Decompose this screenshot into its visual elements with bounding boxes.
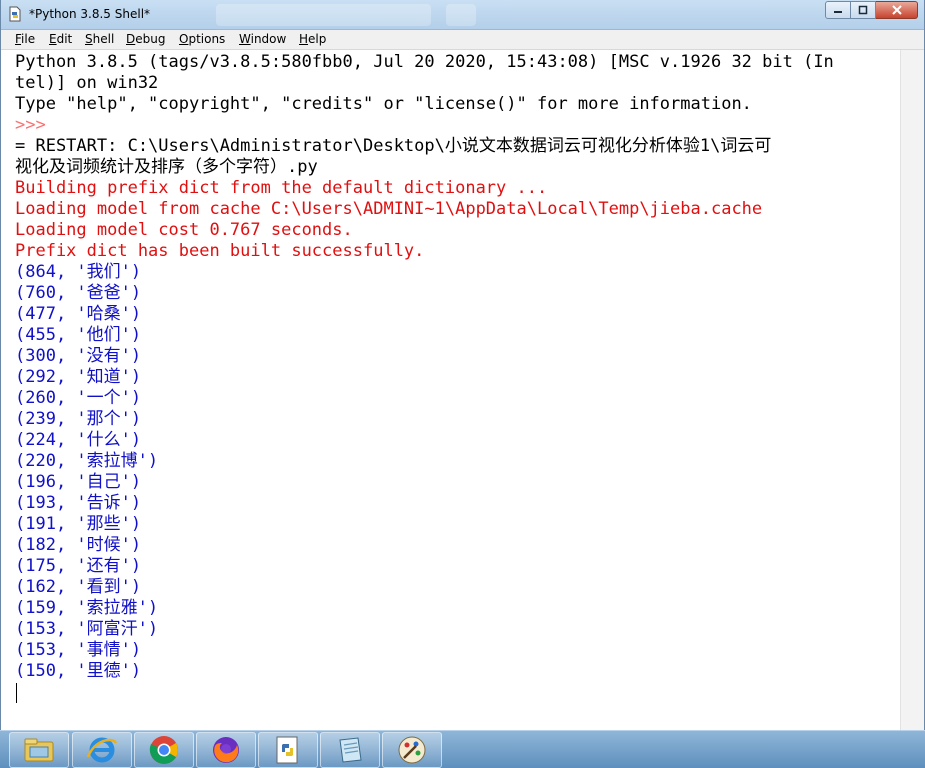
- result-line: (150, '里德'): [15, 661, 142, 681]
- firefox-icon: [213, 737, 239, 763]
- menu-help[interactable]: Help: [299, 32, 326, 46]
- result-line: (224, '什么'): [15, 430, 142, 450]
- result-line: (196, '自己'): [15, 472, 142, 492]
- banner-line: tel)] on win32: [15, 73, 159, 93]
- stderr-line: Building prefix dict from the default di…: [15, 178, 548, 198]
- close-icon: [891, 5, 902, 15]
- result-line: (239, '那个'): [15, 409, 142, 429]
- result-line: (300, '没有'): [15, 346, 142, 366]
- stderr-line: Prefix dict has been built successfully.: [15, 241, 425, 261]
- stderr-line: Loading model from cache C:\Users\ADMINI…: [15, 199, 763, 219]
- result-line: (760, '爸爸'): [15, 283, 142, 303]
- menu-debug[interactable]: Debug: [126, 32, 165, 46]
- shell-output[interactable]: Python 3.8.5 (tags/v3.8.5:580fbb0, Jul 2…: [2, 50, 900, 730]
- banner-line: Python 3.8.5 (tags/v3.8.5:580fbb0, Jul 2…: [15, 52, 834, 72]
- window-controls: [825, 1, 918, 19]
- python-file-icon: [9, 6, 21, 22]
- vertical-scrollbar[interactable]: [900, 50, 924, 730]
- idle-shell-window: *Python 3.8.5 Shell* File Edit Shell Deb…: [0, 0, 925, 730]
- result-line: (191, '那些'): [15, 514, 142, 534]
- result-line: (182, '时候'): [15, 535, 142, 555]
- maximize-button[interactable]: [851, 1, 876, 19]
- internet-explorer-icon: [86, 737, 118, 763]
- result-line: (477, '哈桑'): [15, 304, 142, 324]
- banner-line: Type "help", "copyright", "credits" or "…: [15, 94, 752, 114]
- result-line: (260, '一个'): [15, 388, 142, 408]
- result-line: (193, '告诉'): [15, 493, 142, 513]
- taskbar-chrome[interactable]: [134, 732, 194, 768]
- result-line: (292, '知道'): [15, 367, 142, 387]
- menu-options[interactable]: Options: [179, 32, 225, 46]
- menu-window[interactable]: Window: [239, 32, 286, 46]
- result-line: (153, '阿富汗'): [15, 619, 159, 639]
- background-tab: [446, 4, 476, 26]
- result-line: (159, '索拉雅'): [15, 598, 159, 618]
- result-line: (162, '看到'): [15, 577, 142, 597]
- result-line: (175, '还有'): [15, 556, 142, 576]
- menu-file[interactable]: File: [15, 32, 35, 46]
- chrome-icon: [149, 736, 178, 764]
- taskbar-firefox[interactable]: [196, 732, 256, 768]
- title-bar[interactable]: *Python 3.8.5 Shell*: [1, 0, 924, 30]
- taskbar-internet-explorer[interactable]: [72, 732, 132, 768]
- taskbar-paint[interactable]: [382, 732, 442, 768]
- minimize-icon: [834, 11, 842, 13]
- stderr-line: Loading model cost 0.767 seconds.: [15, 220, 353, 240]
- minimize-button[interactable]: [825, 1, 851, 19]
- restart-line: 视化及词频统计及排序（多个字符）.py: [15, 157, 318, 177]
- menu-shell[interactable]: Shell: [85, 32, 114, 46]
- file-explorer-icon: [24, 738, 54, 762]
- shell-prompt: >>>: [15, 115, 46, 135]
- python-idle-icon: [276, 736, 298, 764]
- taskbar-notepad[interactable]: [320, 732, 380, 768]
- result-line: (220, '索拉博'): [15, 451, 159, 471]
- paint-icon: [398, 736, 426, 764]
- result-line: (153, '事情'): [15, 640, 142, 660]
- taskbar-python-idle[interactable]: [258, 732, 318, 768]
- maximize-icon: [858, 5, 868, 15]
- restart-line: = RESTART: C:\Users\Administrator\Deskto…: [15, 136, 772, 156]
- background-tab: [216, 4, 431, 26]
- close-button[interactable]: [876, 1, 918, 19]
- text-cursor: [16, 683, 17, 703]
- result-line: (455, '他们'): [15, 325, 142, 345]
- menu-bar: File Edit Shell Debug Options Window Hel…: [1, 30, 924, 50]
- taskbar: [0, 730, 925, 768]
- result-line: (864, '我们'): [15, 262, 142, 282]
- taskbar-file-explorer[interactable]: [9, 732, 69, 768]
- menu-edit[interactable]: Edit: [49, 32, 72, 46]
- window-title: *Python 3.8.5 Shell*: [29, 7, 151, 21]
- notepad-icon: [339, 737, 362, 763]
